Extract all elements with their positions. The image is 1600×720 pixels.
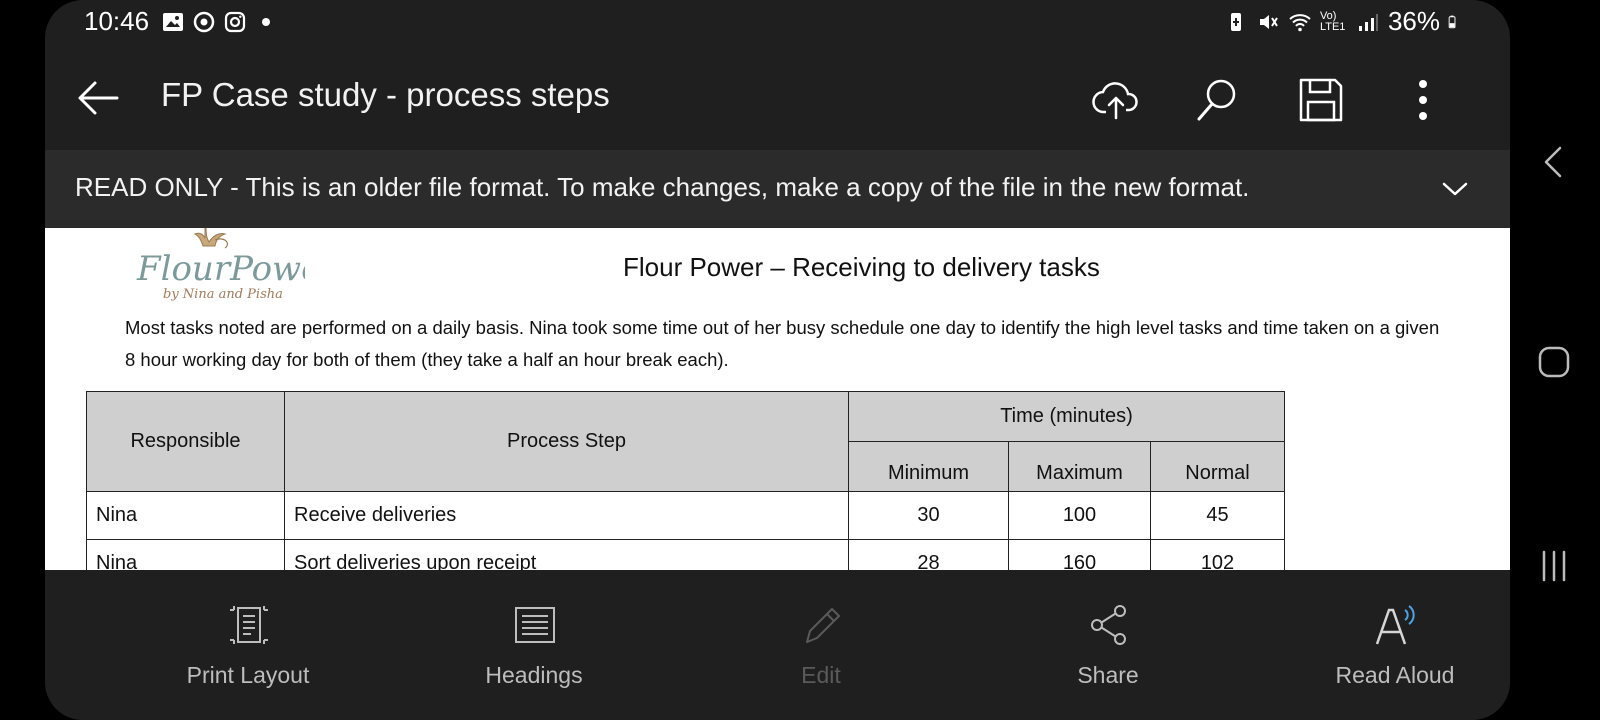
edit-button[interactable]: Edit: [691, 570, 951, 720]
back-arrow-icon[interactable]: [73, 72, 125, 124]
header-time-minutes: Time (minutes): [848, 391, 1285, 442]
header-minimum: Minimum: [848, 441, 1009, 492]
cell-maximum: 160: [1008, 539, 1151, 570]
status-time: 10:46: [84, 6, 150, 36]
more-vert-icon[interactable]: [1397, 74, 1449, 126]
header-process-step: Process Step: [284, 391, 849, 492]
nav-home-icon[interactable]: [1534, 342, 1574, 382]
instagram-icon: [224, 11, 246, 33]
document-title: FP Case study - process steps: [161, 76, 610, 113]
cell-minimum: 30: [848, 491, 1009, 540]
battery-icon: [1448, 15, 1456, 28]
share-button[interactable]: Share: [978, 570, 1238, 720]
gallery-icon: [163, 13, 183, 31]
svg-text:FlourPower: FlourPower: [136, 249, 305, 289]
system-nav-bar: [1510, 0, 1600, 720]
search-icon[interactable]: [1191, 74, 1243, 126]
print-layout-label: Print Layout: [186, 662, 310, 688]
mute-icon: [1259, 14, 1278, 29]
chevron-down-icon[interactable]: [1438, 172, 1472, 206]
dot-icon: [262, 18, 270, 26]
header-responsible: Responsible: [86, 391, 285, 492]
headings-label: Headings: [485, 662, 583, 688]
header-normal: Normal: [1150, 441, 1285, 492]
wifi-icon: [1289, 13, 1311, 31]
read-only-banner[interactable]: READ ONLY - This is an older file format…: [45, 150, 1510, 228]
process-steps-table: Responsible Process Step Time (minutes) …: [86, 391, 1285, 570]
cell-responsible: Nina: [86, 539, 285, 570]
headings-icon: [515, 607, 555, 643]
read-aloud-button[interactable]: Read Aloud: [1265, 570, 1510, 720]
document-canvas[interactable]: FlourPower by Nina and Pisha Flour Power…: [45, 228, 1510, 570]
share-icon: [1091, 605, 1126, 645]
read-only-message: READ ONLY - This is an older file format…: [75, 172, 1250, 202]
nav-recents-icon[interactable]: [1534, 546, 1574, 586]
cloud-upload-icon[interactable]: [1090, 74, 1142, 126]
flour-power-logo: FlourPower by Nina and Pisha: [136, 228, 305, 302]
app-bar: FP Case study - process steps: [45, 50, 1510, 146]
cell-minimum: 28: [848, 539, 1009, 570]
intro-paragraph: Most tasks noted are performed on a dail…: [125, 317, 1440, 370]
cell-process-step: Receive deliveries: [284, 491, 849, 540]
network-type: Vo) LTE1: [1319, 9, 1346, 33]
bottom-toolbar: Print Layout Headings Edit Share Read Al…: [45, 570, 1510, 720]
system-status: Vo) LTE1 36%: [1224, 6, 1462, 37]
save-icon[interactable]: [1295, 74, 1347, 126]
print-layout-icon: [230, 606, 268, 644]
print-layout-button[interactable]: Print Layout: [118, 570, 378, 720]
header-maximum: Maximum: [1008, 441, 1151, 492]
headings-button[interactable]: Headings: [404, 570, 664, 720]
status-bar: 10:46 Vo) LTE1 36%: [45, 0, 1510, 44]
battery-level: 36%: [1387, 6, 1440, 36]
cell-responsible: Nina: [86, 491, 285, 540]
signal-icon: [1358, 13, 1378, 31]
table-row: Nina Sort deliveries upon receipt 28 160…: [86, 539, 1285, 570]
read-aloud-label: Read Aloud: [1335, 662, 1455, 688]
svg-text:by Nina and Pisha: by Nina and Pisha: [163, 287, 283, 302]
battery-saver-icon: [1230, 12, 1241, 31]
read-aloud-icon: [1375, 605, 1415, 645]
nav-back-icon[interactable]: [1534, 142, 1574, 182]
cell-normal: 45: [1150, 491, 1285, 540]
pencil-icon: [806, 608, 840, 643]
cell-process-step: Sort deliveries upon receipt: [284, 539, 849, 570]
document-heading: Flour Power – Receiving to delivery task…: [623, 252, 1100, 282]
notification-icons: [161, 10, 278, 34]
table-row: Nina Receive deliveries 30 100 45: [86, 491, 1285, 540]
device-screen: 10:46 Vo) LTE1 36% FP Case study - proce…: [45, 0, 1510, 720]
cell-normal: 102: [1150, 539, 1285, 570]
edit-label: Edit: [801, 662, 841, 688]
share-label: Share: [1077, 662, 1139, 688]
cell-maximum: 100: [1008, 491, 1151, 540]
sync-icon: [193, 11, 215, 33]
